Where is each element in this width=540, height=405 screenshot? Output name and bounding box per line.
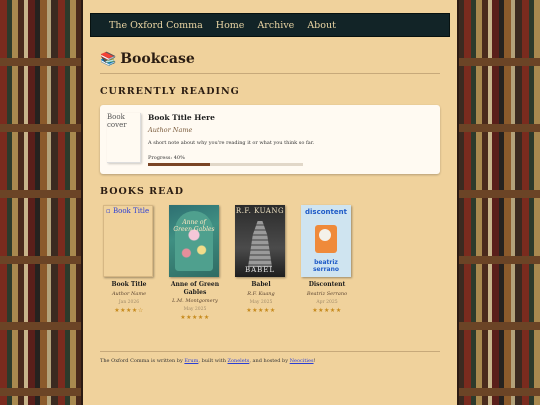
book-cover[interactable]: ▫ Book Title [103, 205, 153, 277]
page-title-row: 📚 Bookcase [100, 51, 440, 67]
star-rating: ★★★★★ [246, 306, 276, 314]
book-cover[interactable]: R.F. KUANG BABEL [235, 205, 285, 277]
footer-text: The Oxford Comma is written by [100, 358, 185, 364]
book-cover[interactable]: Anne of Green Gables [169, 205, 219, 277]
book-date: May 2025 [183, 307, 207, 312]
nav-home-link[interactable]: Home [216, 20, 245, 31]
book-title: Anne of Green Gables [170, 281, 220, 296]
book-author: L.M. Montgomery [172, 298, 218, 304]
books-read-list: ▫ Book Title Book Title Author Name Jan … [100, 205, 440, 321]
book-cover-title: Anne of Green Gables [173, 219, 215, 233]
nav-brand-link[interactable]: The Oxford Comma [109, 20, 203, 31]
star-rating: ★★★★★ [312, 306, 342, 314]
book-cover-author: R.F. KUANG [235, 207, 285, 215]
book-title: Discontent [308, 281, 346, 288]
page-container: The Oxford Comma Home Archive About 📚 Bo… [81, 0, 459, 405]
broken-image-icon: ▫ [106, 207, 111, 215]
footer-divider [100, 351, 440, 352]
book-date: Jan 2026 [118, 299, 140, 305]
footer-author-link[interactable]: Erum [184, 358, 198, 364]
star-rating: ★★★★★ [180, 314, 210, 321]
footer-text: , and hosted by [249, 358, 290, 364]
book-author: R.F. Kuang [247, 290, 275, 297]
footer-text: ! [313, 358, 316, 364]
books-icon: 📚 [100, 51, 117, 67]
title-divider [100, 73, 440, 74]
currently-reading-heading: CURRENTLY READING [100, 86, 240, 97]
nav-about-link[interactable]: About [307, 20, 336, 31]
current-book-details: Book Title Here Author Name A short note… [148, 113, 432, 168]
book-date: Apr 2025 [316, 299, 338, 305]
current-book-cover: Book cover [107, 113, 141, 163]
book-title: Babel [251, 281, 271, 288]
main-content: 📚 Bookcase CURRENTLY READING Book cover … [90, 51, 450, 364]
star-rating: ★★★★☆ [114, 306, 144, 314]
book-author: Author Name [111, 290, 147, 297]
book-item: R.F. KUANG BABEL Babel R.F. Kuang May 20… [235, 205, 287, 321]
currently-reading-card: Book cover Book Title Here Author Name A… [100, 105, 440, 174]
progress-bar [148, 163, 303, 166]
footer-text: , built with [198, 358, 228, 364]
book-cover-author: beatriz serrano [312, 259, 339, 273]
footer-neocities-link[interactable]: Neocities [290, 358, 314, 364]
book-item: discontent beatriz serrano Discontent Be… [301, 205, 353, 321]
book-title: Book Title [111, 281, 147, 288]
books-read-heading: BOOKS READ [100, 186, 184, 197]
book-item: Anne of Green Gables Anne of Green Gable… [169, 205, 221, 321]
book-cover-title: BABEL [244, 266, 276, 274]
tower-illustration [248, 221, 272, 267]
book-item: ▫ Book Title Book Title Author Name Jan … [103, 205, 155, 321]
book-cover[interactable]: discontent beatriz serrano [301, 205, 351, 277]
footer-zonelets-link[interactable]: Zonelets [228, 358, 250, 364]
nav-archive-link[interactable]: Archive [257, 20, 294, 31]
book-author: Beatriz Serrano [306, 290, 348, 297]
current-book-title: Book Title Here [148, 113, 215, 122]
progress-label: Progress: 40% [148, 155, 185, 161]
progress-bar-fill [148, 163, 210, 166]
figure-illustration [319, 229, 331, 241]
book-cover-alt: Book Title [112, 207, 150, 215]
top-nav: The Oxford Comma Home Archive About [90, 13, 450, 37]
current-book-author: Author Name [148, 126, 193, 134]
page-title: Bookcase [120, 51, 195, 67]
book-date: May 2025 [249, 299, 273, 305]
book-cover-title: discontent [305, 208, 347, 216]
current-book-note: A short note about why you're reading it… [148, 140, 315, 146]
site-footer: The Oxford Comma is written by Erum, bui… [100, 358, 440, 364]
